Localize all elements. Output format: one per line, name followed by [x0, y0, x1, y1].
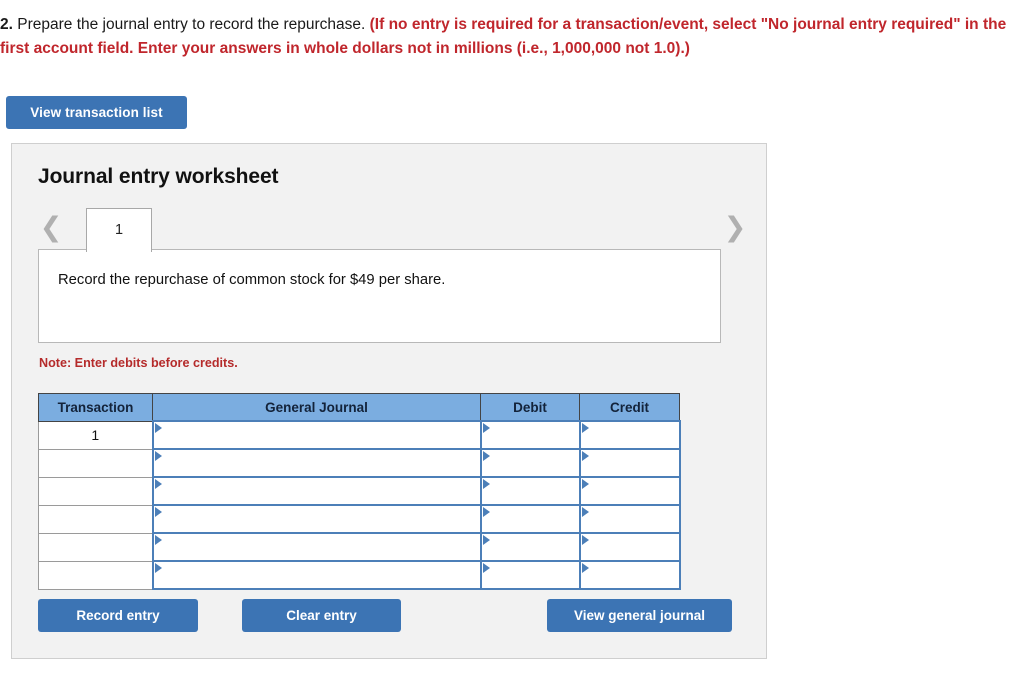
- worksheet-title: Journal entry worksheet: [38, 165, 279, 188]
- entry-note: Note: Enter debits before credits.: [39, 356, 238, 370]
- table-row: [38, 560, 681, 590]
- cell-credit-input[interactable]: [580, 422, 679, 448]
- table-row: [38, 476, 681, 506]
- cell-credit[interactable]: [578, 476, 681, 506]
- cell-credit[interactable]: [578, 560, 681, 590]
- cell-debit-input[interactable]: [481, 478, 579, 504]
- cell-dropdown-triangle-icon[interactable]: [154, 535, 162, 545]
- cell-credit[interactable]: [578, 532, 681, 562]
- cell-transaction: [38, 476, 153, 506]
- table-row: [38, 532, 681, 562]
- record-entry-button[interactable]: Record entry: [38, 599, 198, 632]
- cell-dropdown-triangle-icon[interactable]: [581, 507, 589, 517]
- journal-entry-worksheet-panel: Journal entry worksheet ❮ 1 ❯ Record the…: [11, 143, 767, 659]
- table-row: [38, 504, 681, 534]
- cell-dropdown-triangle-icon[interactable]: [482, 479, 490, 489]
- cell-general-journal-input[interactable]: [153, 450, 480, 476]
- cell-transaction: [38, 532, 153, 562]
- cell-dropdown-triangle-icon[interactable]: [581, 535, 589, 545]
- cell-credit-input[interactable]: [580, 450, 679, 476]
- scenario-box: Record the repurchase of common stock fo…: [38, 249, 721, 343]
- question-text: Prepare the journal entry to record the …: [12, 16, 370, 33]
- view-general-journal-button[interactable]: View general journal: [547, 599, 732, 632]
- cell-debit[interactable]: [479, 560, 581, 590]
- cell-transaction: [38, 504, 153, 534]
- cell-dropdown-triangle-icon[interactable]: [154, 451, 162, 461]
- cell-debit[interactable]: [479, 532, 581, 562]
- table-header-row: Transaction General Journal Debit Credit: [38, 393, 680, 422]
- column-header-debit: Debit: [480, 393, 580, 422]
- cell-transaction: [38, 448, 153, 478]
- cell-debit-input[interactable]: [481, 450, 579, 476]
- cell-dropdown-triangle-icon[interactable]: [154, 479, 162, 489]
- cell-credit-input[interactable]: [580, 506, 679, 532]
- cell-credit[interactable]: [578, 420, 681, 450]
- cell-general-journal[interactable]: [151, 476, 482, 506]
- cell-general-journal-input[interactable]: [153, 478, 480, 504]
- cell-dropdown-triangle-icon[interactable]: [581, 563, 589, 573]
- cell-dropdown-triangle-icon[interactable]: [154, 423, 162, 433]
- cell-general-journal-input[interactable]: [153, 534, 480, 560]
- cell-debit[interactable]: [479, 476, 581, 506]
- cell-dropdown-triangle-icon[interactable]: [581, 423, 589, 433]
- cell-dropdown-triangle-icon[interactable]: [581, 479, 589, 489]
- cell-credit-input[interactable]: [580, 478, 679, 504]
- cell-general-journal-input[interactable]: [153, 506, 480, 532]
- cell-general-journal-input[interactable]: [153, 562, 480, 588]
- cell-debit[interactable]: [479, 448, 581, 478]
- cell-credit-input[interactable]: [580, 562, 679, 588]
- cell-dropdown-triangle-icon[interactable]: [581, 451, 589, 461]
- cell-dropdown-triangle-icon[interactable]: [482, 423, 490, 433]
- column-header-credit: Credit: [579, 393, 680, 422]
- cell-debit-input[interactable]: [481, 506, 579, 532]
- cell-general-journal-input[interactable]: [153, 422, 480, 448]
- chevron-right-icon[interactable]: ❯: [722, 212, 748, 242]
- question-prompt: 2. Prepare the journal entry to record t…: [0, 13, 1018, 61]
- table-row: [38, 448, 681, 478]
- cell-dropdown-triangle-icon[interactable]: [482, 507, 490, 517]
- cell-dropdown-triangle-icon[interactable]: [154, 563, 162, 573]
- cell-dropdown-triangle-icon[interactable]: [482, 451, 490, 461]
- worksheet-tab-1[interactable]: 1: [86, 208, 152, 252]
- question-number: 2.: [0, 16, 13, 33]
- cell-general-journal[interactable]: [151, 420, 482, 450]
- cell-credit[interactable]: [578, 504, 681, 534]
- cell-transaction: [38, 560, 153, 590]
- cell-dropdown-triangle-icon[interactable]: [482, 563, 490, 573]
- cell-general-journal[interactable]: [151, 560, 482, 590]
- cell-general-journal[interactable]: [151, 504, 482, 534]
- cell-debit-input[interactable]: [481, 422, 579, 448]
- cell-debit[interactable]: [479, 504, 581, 534]
- chevron-left-icon[interactable]: ❮: [38, 212, 64, 242]
- worksheet-tab-strip: ❮ 1 ❯: [38, 206, 748, 252]
- cell-credit[interactable]: [578, 448, 681, 478]
- cell-general-journal[interactable]: [151, 532, 482, 562]
- cell-debit-input[interactable]: [481, 562, 579, 588]
- view-transaction-list-button[interactable]: View transaction list: [6, 96, 187, 129]
- cell-dropdown-triangle-icon[interactable]: [154, 507, 162, 517]
- scenario-text: Record the repurchase of common stock fo…: [58, 272, 446, 288]
- cell-general-journal[interactable]: [151, 448, 482, 478]
- column-header-general-journal: General Journal: [152, 393, 481, 422]
- cell-credit-input[interactable]: [580, 534, 679, 560]
- cell-debit-input[interactable]: [481, 534, 579, 560]
- journal-entry-table: Transaction General Journal Debit Credit…: [38, 393, 681, 590]
- cell-transaction: 1: [38, 420, 153, 450]
- cell-dropdown-triangle-icon[interactable]: [482, 535, 490, 545]
- column-header-transaction: Transaction: [38, 393, 153, 422]
- clear-entry-button[interactable]: Clear entry: [242, 599, 401, 632]
- cell-debit[interactable]: [479, 420, 581, 450]
- table-row: 1: [38, 420, 681, 450]
